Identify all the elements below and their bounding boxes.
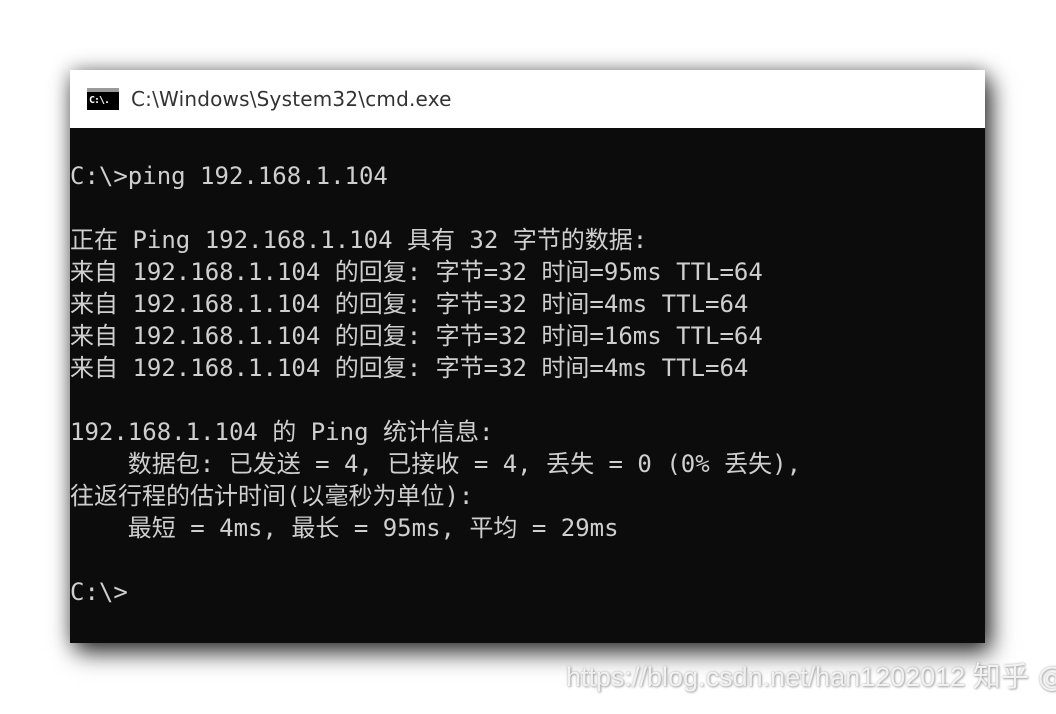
- console-line: 来自 192.168.1.104 的回复: 字节=32 时间=4ms TTL=6…: [70, 354, 749, 382]
- console-line: 来自 192.168.1.104 的回复: 字节=32 时间=95ms TTL=…: [70, 258, 763, 286]
- command-prompt-icon: C:\.: [87, 88, 119, 110]
- watermark-url: https://blog.csdn.net/han1202012: [566, 662, 966, 692]
- console-line: C:\>ping 192.168.1.104: [70, 162, 388, 190]
- title-bar[interactable]: C:\. C:\Windows\System32\cmd.exe: [70, 70, 985, 128]
- console-prompt[interactable]: C:\>: [70, 576, 128, 608]
- command-prompt-icon-label: C:\.: [89, 95, 110, 106]
- watermark-site: 知乎 @现实: [972, 660, 1056, 693]
- cmd-window[interactable]: C:\. C:\Windows\System32\cmd.exe C:\>pin…: [70, 70, 985, 643]
- console-output[interactable]: C:\>ping 192.168.1.104 正在 Ping 192.168.1…: [70, 160, 985, 643]
- watermark: https://blog.csdn.net/han1202012 知乎 @现实: [566, 655, 1056, 695]
- window-title: C:\Windows\System32\cmd.exe: [131, 87, 452, 111]
- console-line: 正在 Ping 192.168.1.104 具有 32 字节的数据:: [70, 226, 648, 254]
- screenshot-stage: C:\. C:\Windows\System32\cmd.exe C:\>pin…: [0, 0, 1056, 714]
- console-line: 最短 = 4ms, 最长 = 95ms, 平均 = 29ms: [70, 514, 619, 542]
- console-line: 来自 192.168.1.104 的回复: 字节=32 时间=4ms TTL=6…: [70, 290, 749, 318]
- console-line: 数据包: 已发送 = 4, 已接收 = 4, 丢失 = 0 (0% 丢失),: [70, 450, 802, 478]
- console-line: 来自 192.168.1.104 的回复: 字节=32 时间=16ms TTL=…: [70, 322, 763, 350]
- console-line: 192.168.1.104 的 Ping 统计信息:: [70, 418, 494, 446]
- console-line: 往返行程的估计时间(以毫秒为单位):: [70, 482, 474, 510]
